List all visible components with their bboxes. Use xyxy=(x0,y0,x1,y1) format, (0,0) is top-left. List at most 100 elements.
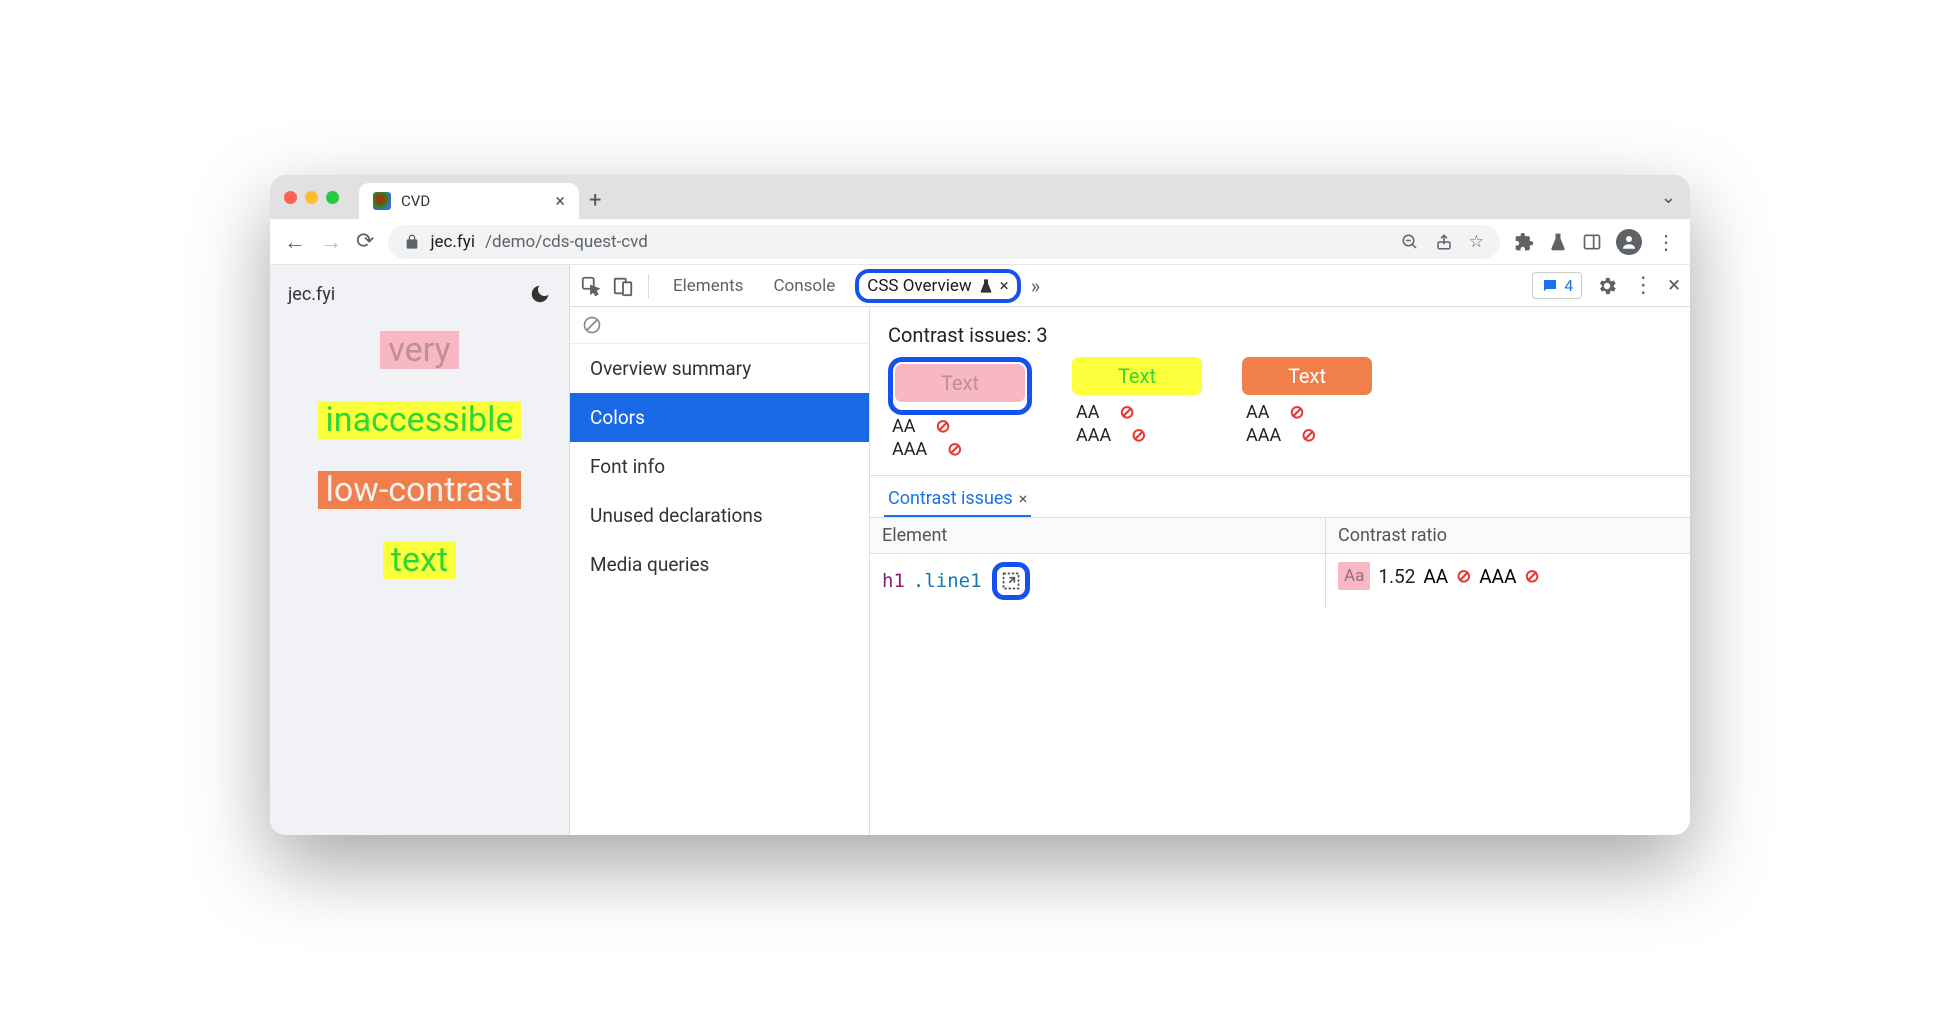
sidebar-item-unused[interactable]: Unused declarations xyxy=(570,491,869,540)
devtools-body: Overview summary Colors Font info Unused… xyxy=(570,307,1690,835)
content: jec.fyi very inaccessible low-contrast t… xyxy=(270,265,1690,835)
minimize-window-button[interactable] xyxy=(305,191,318,204)
fullscreen-window-button[interactable] xyxy=(326,191,339,204)
table-row-ratio: Aa 1.52 AA ⊘ AAA ⊘ xyxy=(1326,554,1690,598)
contrast-swatch-row: Text AA ⊘ AAA ⊘ xyxy=(870,357,1690,475)
dark-mode-icon[interactable] xyxy=(529,283,551,305)
page-preview: jec.fyi very inaccessible low-contrast t… xyxy=(270,265,570,835)
close-sub-tab-icon[interactable]: × xyxy=(1019,489,1028,508)
sidebar-item-colors[interactable]: Colors xyxy=(570,393,869,442)
tab-overflow-icon[interactable]: ⌄ xyxy=(1661,187,1676,208)
aaa-label: AAA xyxy=(892,439,927,460)
aa-label: AA xyxy=(1246,402,1269,423)
inspect-element-icon[interactable] xyxy=(580,275,602,297)
more-tabs-icon[interactable]: » xyxy=(1031,274,1040,298)
close-devtools-icon[interactable]: × xyxy=(1668,273,1680,298)
scroll-into-view-highlight xyxy=(992,562,1030,600)
close-tab-icon[interactable]: × xyxy=(555,191,565,212)
aaa-row: AAA ⊘ xyxy=(1242,424,1320,447)
element-class: .line1 xyxy=(913,570,982,592)
forward-button[interactable]: → xyxy=(320,229,342,255)
sidebar-item-font-info[interactable]: Font info xyxy=(570,442,869,491)
url-domain: jec.fyi xyxy=(430,232,475,252)
demo-word-inaccessible: inaccessible xyxy=(318,401,522,439)
swatch-preview: Text xyxy=(1242,357,1372,395)
labs-icon[interactable] xyxy=(1548,232,1568,252)
zoom-icon[interactable] xyxy=(1401,233,1419,251)
share-icon[interactable] xyxy=(1435,233,1453,251)
fail-icon: ⊘ xyxy=(1301,425,1316,446)
messages-badge[interactable]: 4 xyxy=(1532,272,1582,299)
page-title: jec.fyi xyxy=(288,284,335,305)
favicon-icon xyxy=(373,192,391,210)
contrast-swatch-2[interactable]: Text AA ⊘ AAA ⊘ xyxy=(1072,357,1202,461)
swatch-preview: Text xyxy=(1072,357,1202,395)
fail-icon: ⊘ xyxy=(1131,425,1146,446)
address-bar: ← → ⟳ jec.fyi /demo/cds-quest-cvd ☆ xyxy=(270,219,1690,265)
col-header-element: Element xyxy=(870,518,1325,554)
tab-css-overview[interactable]: CSS Overview xyxy=(867,276,971,296)
chrome-menu-icon[interactable]: ⋮ xyxy=(1656,230,1676,254)
side-panel-icon[interactable] xyxy=(1582,232,1602,252)
aaa-label: AAA xyxy=(1479,565,1516,588)
devtools-menu-icon[interactable]: ⋮ xyxy=(1632,273,1654,298)
close-tab-icon[interactable]: × xyxy=(1000,276,1009,296)
bookmark-star-icon[interactable]: ☆ xyxy=(1469,232,1484,252)
aa-label: AA xyxy=(1423,565,1448,588)
devtools-panel: Elements Console CSS Overview × » 4 xyxy=(570,265,1690,835)
sidebar-item-overview[interactable]: Overview summary xyxy=(570,344,869,393)
contrast-sample-badge: Aa xyxy=(1338,562,1370,590)
demo-word-low-contrast: low-contrast xyxy=(318,471,522,509)
flask-icon xyxy=(978,278,994,294)
aa-label: AA xyxy=(892,416,915,437)
tabs: CVD × + xyxy=(359,175,1651,219)
fail-icon: ⊘ xyxy=(1289,402,1304,423)
aa-row: AA ⊘ xyxy=(888,415,955,438)
swatch-highlight: Text xyxy=(888,357,1032,415)
sub-tab-contrast-issues[interactable]: Contrast issues × xyxy=(884,482,1031,517)
url-right-icons: ☆ xyxy=(1401,232,1484,252)
device-toggle-icon[interactable] xyxy=(612,275,634,297)
settings-gear-icon[interactable] xyxy=(1596,275,1618,297)
back-button[interactable]: ← xyxy=(284,229,306,255)
lock-icon xyxy=(404,234,420,250)
close-window-button[interactable] xyxy=(284,191,297,204)
tab-title: CVD xyxy=(401,192,430,210)
new-tab-button[interactable]: + xyxy=(579,182,611,219)
fail-icon: ⊘ xyxy=(947,439,962,460)
fail-icon: ⊘ xyxy=(1119,402,1134,423)
contrast-swatch-3[interactable]: Text AA ⊘ AAA ⊘ xyxy=(1242,357,1372,461)
contrast-sub-tabs: Contrast issues × xyxy=(870,475,1690,517)
tab-css-overview-highlight: CSS Overview × xyxy=(855,269,1020,303)
reload-button[interactable]: ⟳ xyxy=(356,229,374,254)
scroll-into-view-icon[interactable] xyxy=(1001,571,1021,591)
tab-elements[interactable]: Elements xyxy=(663,268,753,304)
clear-icon[interactable] xyxy=(570,307,869,344)
window-traffic-lights xyxy=(284,191,339,204)
aaa-label: AAA xyxy=(1246,425,1281,446)
col-contrast-ratio: Contrast ratio Aa 1.52 AA ⊘ AAA ⊘ xyxy=(1326,518,1690,608)
chrome-tab-bar: CVD × + ⌄ xyxy=(270,175,1690,219)
demo-word-text: text xyxy=(383,541,456,579)
aaa-row: AAA ⊘ xyxy=(1072,424,1150,447)
devtools-tab-bar: Elements Console CSS Overview × » 4 xyxy=(570,265,1690,307)
aa-row: AA ⊘ xyxy=(1242,401,1309,424)
fail-icon: ⊘ xyxy=(1524,566,1539,587)
messages-count: 4 xyxy=(1564,276,1573,295)
url-field[interactable]: jec.fyi /demo/cds-quest-cvd ☆ xyxy=(388,225,1500,259)
contrast-ratio-value: 1.52 xyxy=(1378,565,1415,588)
browser-tab-cvd[interactable]: CVD × xyxy=(359,183,579,219)
demo-word-very: very xyxy=(380,331,458,369)
sidebar-item-media[interactable]: Media queries xyxy=(570,540,869,589)
profile-avatar-icon[interactable] xyxy=(1616,229,1642,255)
extensions-icon[interactable] xyxy=(1514,232,1534,252)
swatch-preview: Text xyxy=(895,364,1025,402)
browser-window: CVD × + ⌄ ← → ⟳ jec.fyi /demo/cds-quest-… xyxy=(270,175,1690,835)
url-path: /demo/cds-quest-cvd xyxy=(485,232,648,252)
aaa-row: AAA ⊘ xyxy=(888,438,966,461)
col-element: Element h1 .line1 xyxy=(870,518,1326,608)
contrast-swatch-1[interactable]: Text AA ⊘ AAA ⊘ xyxy=(888,357,1032,461)
table-row-element[interactable]: h1 .line1 xyxy=(870,554,1325,608)
element-tag: h1 xyxy=(882,570,905,592)
tab-console[interactable]: Console xyxy=(763,268,845,304)
